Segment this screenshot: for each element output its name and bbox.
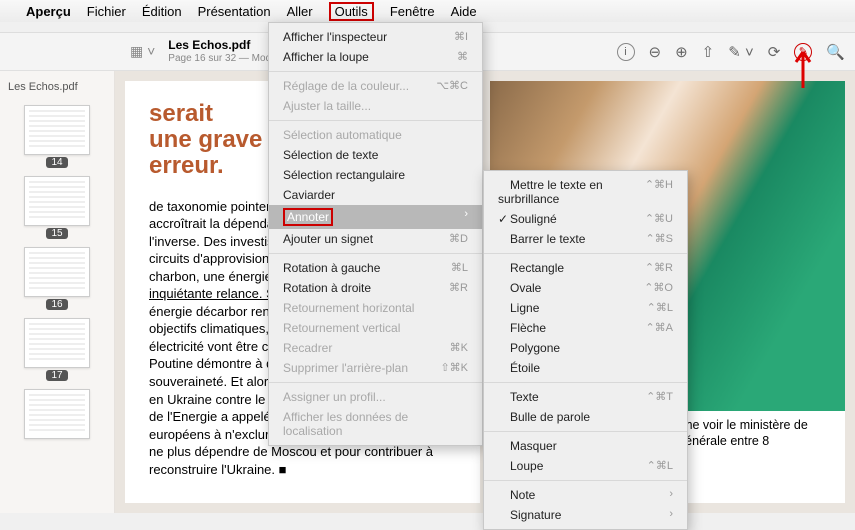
menu-item[interactable]: Annoter› — [269, 205, 482, 229]
submenu-item[interactable]: Masquer — [484, 436, 687, 456]
menu-item: Afficher les données de localisation — [269, 407, 482, 441]
menu-item: Ajuster la taille... — [269, 96, 482, 116]
menu-item: Sélection automatique — [269, 125, 482, 145]
menu-aide[interactable]: Aide — [451, 4, 477, 19]
submenu-item[interactable]: Ovale⌃⌘O — [484, 278, 687, 298]
submenu-item[interactable]: Texte⌃⌘T — [484, 387, 687, 407]
search-icon[interactable]: 🔍 — [826, 43, 845, 61]
document-title: Les Echos.pdf Page 16 sur 32 — Modif — [168, 39, 276, 63]
highlight-icon[interactable]: ✎ ˅ — [728, 43, 754, 61]
submenu-item[interactable]: Rectangle⌃⌘R — [484, 258, 687, 278]
thumbnail[interactable] — [24, 176, 90, 226]
app-name[interactable]: Aperçu — [26, 4, 71, 19]
submenu-item[interactable]: Barrer le texte⌃⌘S — [484, 229, 687, 249]
submenu-item[interactable]: Loupe⌃⌘L — [484, 456, 687, 476]
menu-edition[interactable]: Édition — [142, 4, 182, 19]
zoom-in-icon[interactable]: ⊕ — [675, 43, 688, 61]
zoom-out-icon[interactable]: ⊖ — [649, 43, 662, 61]
thumbnail[interactable] — [24, 247, 90, 297]
menu-item[interactable]: Sélection rectangulaire — [269, 165, 482, 185]
menu-item[interactable]: Rotation à gauche⌘L — [269, 258, 482, 278]
annotation-arrow — [788, 50, 818, 90]
submenu-item[interactable]: Bulle de parole — [484, 407, 687, 427]
menu-item[interactable]: Afficher l'inspecteur⌘I — [269, 27, 482, 47]
thumbnail[interactable] — [24, 105, 90, 155]
sidebar-title: Les Echos.pdf — [0, 79, 114, 99]
annoter-submenu: Mettre le texte en surbrillance⌃⌘H✓Souli… — [483, 170, 688, 530]
menu-item: Retournement horizontal — [269, 298, 482, 318]
menu-item: Recadrer⌘K — [269, 338, 482, 358]
info-icon[interactable]: i — [617, 43, 635, 61]
thumbnail-sidebar: Les Echos.pdf 14 15 16 17 — [0, 71, 115, 513]
thumbnail[interactable] — [24, 318, 90, 368]
menu-presentation[interactable]: Présentation — [198, 4, 271, 19]
submenu-item[interactable]: Mettre le texte en surbrillance⌃⌘H — [484, 175, 687, 209]
submenu-item[interactable]: Note› — [484, 485, 687, 505]
submenu-item[interactable]: Étoile — [484, 358, 687, 378]
menu-item[interactable]: Afficher la loupe⌘ — [269, 47, 482, 67]
menu-item: Retournement vertical — [269, 318, 482, 338]
menu-outils[interactable]: Outils — [329, 2, 374, 21]
rotate-icon[interactable]: ⟳ — [768, 43, 781, 61]
menu-fenetre[interactable]: Fenêtre — [390, 4, 435, 19]
menu-item: Réglage de la couleur...⌥⌘C — [269, 76, 482, 96]
menu-item[interactable]: Rotation à droite⌘R — [269, 278, 482, 298]
menu-fichier[interactable]: Fichier — [87, 4, 126, 19]
menu-aller[interactable]: Aller — [287, 4, 313, 19]
submenu-item[interactable]: Signature› — [484, 505, 687, 525]
menu-item[interactable]: Caviarder — [269, 185, 482, 205]
menu-item[interactable]: Ajouter un signet⌘D — [269, 229, 482, 249]
menu-item[interactable]: Sélection de texte — [269, 145, 482, 165]
submenu-item[interactable]: Ligne⌃⌘L — [484, 298, 687, 318]
outils-menu: Afficher l'inspecteur⌘IAfficher la loupe… — [268, 22, 483, 446]
menu-item: Assigner un profil... — [269, 387, 482, 407]
submenu-item[interactable]: ✓Souligné⌃⌘U — [484, 209, 687, 229]
menu-item: Supprimer l'arrière-plan⇧⌘K — [269, 358, 482, 378]
thumbnail[interactable] — [24, 389, 90, 439]
sidebar-toggle-icon[interactable]: ▦ ˅ — [125, 41, 160, 62]
submenu-item[interactable]: Flèche⌃⌘A — [484, 318, 687, 338]
macos-menu-bar: Aperçu Fichier Édition Présentation Alle… — [0, 0, 855, 22]
submenu-item[interactable]: Polygone — [484, 338, 687, 358]
share-icon[interactable]: ⇧ — [702, 43, 715, 61]
